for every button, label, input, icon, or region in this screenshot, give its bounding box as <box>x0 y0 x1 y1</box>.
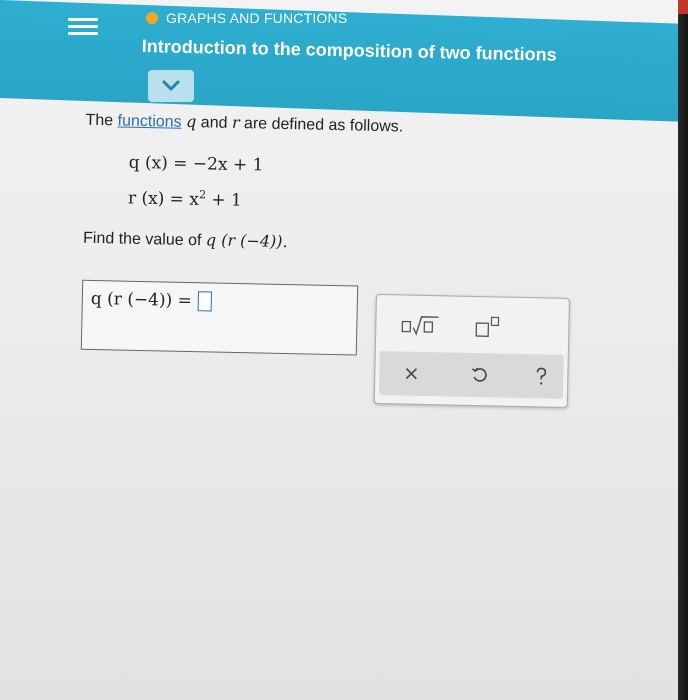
square-root-icon <box>401 316 439 336</box>
equation-q: q (x) = −2x + 1 <box>128 152 264 176</box>
progress-dot-icon <box>146 12 158 24</box>
answer-expression: q (r (−4)) = <box>91 289 213 312</box>
monitor-bezel <box>678 0 688 700</box>
help-button[interactable] <box>527 362 556 391</box>
chevron-down-icon <box>162 80 180 91</box>
fraction-sqrt-button[interactable] <box>400 311 441 340</box>
collapse-button[interactable] <box>148 70 194 102</box>
clear-button[interactable] <box>397 359 426 388</box>
topic-title: Introduction to the composition of two f… <box>141 36 557 65</box>
question-mark-icon <box>536 367 547 385</box>
screen: GRAPHS AND FUNCTIONS Introduction to the… <box>0 0 678 700</box>
undo-icon <box>472 367 487 382</box>
problem-intro: The functions q and r are defined as fol… <box>85 111 404 136</box>
math-toolbar <box>373 293 570 408</box>
exponent-icon <box>475 316 500 337</box>
close-icon <box>405 368 418 380</box>
section-title: GRAPHS AND FUNCTIONS <box>166 10 348 26</box>
answer-input-box[interactable]: q (r (−4)) = <box>80 279 359 356</box>
problem-area: The functions q and r are defined as fol… <box>0 100 678 700</box>
answer-slot[interactable] <box>197 291 213 312</box>
exponent-button[interactable] <box>472 313 509 342</box>
undo-button[interactable] <box>465 361 494 390</box>
equation-r: r (x) = x2 + 1 <box>127 188 243 211</box>
functions-link[interactable]: functions <box>117 112 181 130</box>
menu-icon[interactable] <box>68 14 98 40</box>
question-text: Find the value of q (r (−4)). <box>82 229 288 252</box>
bezel-mark <box>678 0 688 14</box>
